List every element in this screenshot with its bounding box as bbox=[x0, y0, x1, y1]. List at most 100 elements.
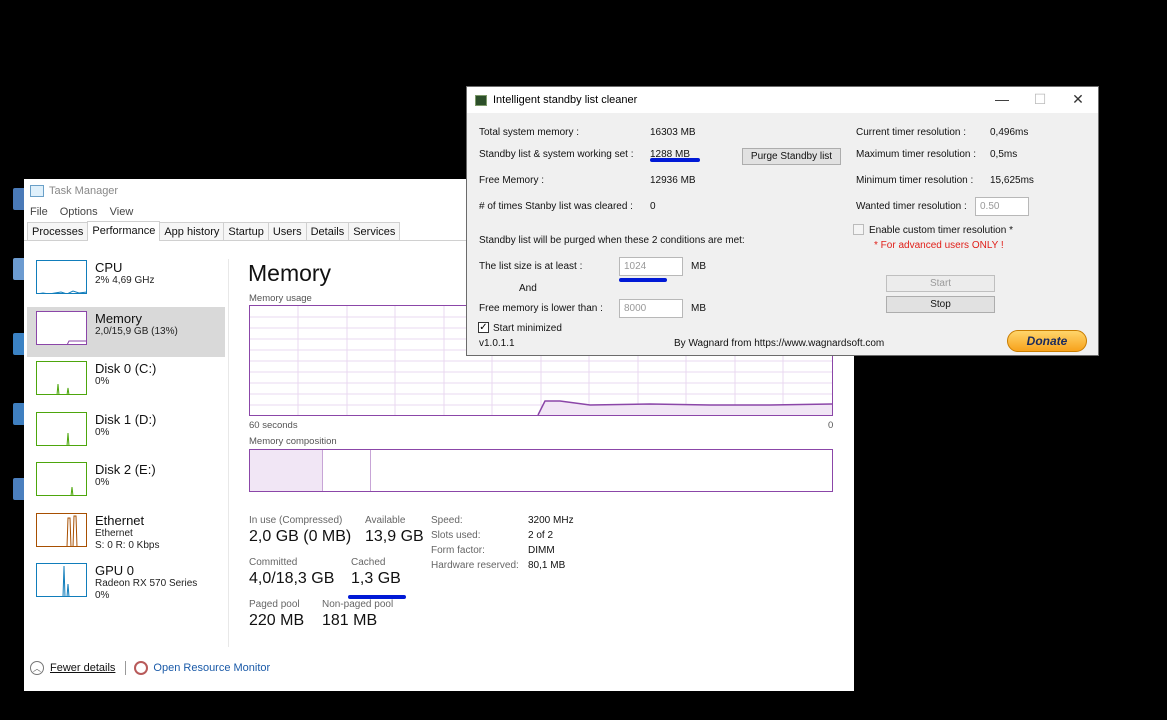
thumbnail-sparkline bbox=[56, 383, 70, 394]
start-button[interactable]: Start bbox=[886, 275, 995, 292]
footer-separator bbox=[125, 661, 127, 675]
purge-standby-button[interactable]: Purge Standby list bbox=[742, 148, 841, 165]
memory-composition-bar bbox=[249, 449, 833, 492]
tab-users[interactable]: Users bbox=[267, 222, 307, 240]
graph-axis-left: 60 seconds bbox=[249, 420, 298, 431]
cached-value: 1,3 GB bbox=[351, 570, 401, 587]
free-lower-label: Free memory is lower than : bbox=[479, 303, 603, 314]
desktop-icon[interactable]: Netw bbox=[0, 403, 26, 425]
sidebar-item-disk-1-d[interactable]: Disk 1 (D:) 0% bbox=[27, 408, 225, 458]
wanted-timer-input[interactable]: 0.50 bbox=[975, 197, 1029, 216]
close-icon[interactable]: ✕ bbox=[1061, 91, 1095, 108]
islc-titlebar[interactable]: Intelligent standby list cleaner — ☐ ✕ bbox=[467, 87, 1098, 113]
sidebar-item-disk-2-e[interactable]: Disk 2 (E:) 0% bbox=[27, 458, 225, 508]
standby-label: Standby list & system working set : bbox=[479, 149, 634, 160]
sidebar-item-text: Disk 0 (C:) 0% bbox=[95, 361, 156, 388]
spec-reserved-label: Hardware reserved: bbox=[431, 560, 519, 571]
sidebar-divider bbox=[228, 259, 229, 647]
memory-composition-label: Memory composition bbox=[249, 436, 337, 447]
sidebar-item-name: Memory bbox=[95, 310, 142, 326]
custom-timer-label: Enable custom timer resolution * bbox=[869, 225, 1013, 236]
free-lower-input[interactable]: 8000 bbox=[619, 299, 683, 318]
sidebar-thumbnail-graph bbox=[36, 563, 87, 597]
max-timer-label: Maximum timer resolution : bbox=[856, 149, 977, 160]
tab-app-history[interactable]: App history bbox=[159, 222, 225, 240]
sidebar-thumbnail-graph bbox=[36, 512, 87, 547]
maximize-icon[interactable]: ☐ bbox=[1023, 91, 1057, 108]
desktop-icon[interactable]: This bbox=[0, 258, 26, 280]
committed-value: 4,0/18,3 GB bbox=[249, 570, 335, 587]
sidebar-item-name: Ethernet bbox=[95, 512, 145, 528]
desktop-icon[interactable]: Contro bbox=[0, 333, 26, 355]
spec-slots-label: Slots used: bbox=[431, 530, 481, 541]
stop-button[interactable]: Stop bbox=[886, 296, 995, 313]
cleared-count-value: 0 bbox=[650, 201, 656, 212]
min-timer-value: 15,625ms bbox=[990, 175, 1034, 186]
in-use-value: 2,0 GB (0 MB) bbox=[249, 528, 352, 545]
donate-button[interactable]: Donate bbox=[1007, 330, 1087, 352]
current-timer-value: 0,496ms bbox=[990, 127, 1029, 138]
memory-usage-label: Memory usage bbox=[249, 293, 312, 304]
sidebar-item-text: Disk 2 (E:) 0% bbox=[95, 462, 156, 489]
chevron-up-icon[interactable]: ︿ bbox=[30, 661, 44, 675]
nonpaged-pool-label: Non-paged pool bbox=[322, 599, 394, 610]
islc-app-icon bbox=[475, 94, 487, 106]
desktop-icon[interactable]: Te bbox=[0, 478, 26, 500]
thumbnail-sparkline bbox=[66, 432, 70, 445]
spec-form-value: DIMM bbox=[528, 545, 555, 556]
sidebar-item-sub1: 0% bbox=[95, 477, 110, 488]
sidebar-item-sub1: 0% bbox=[95, 376, 110, 387]
sidebar-thumbnail-graph bbox=[36, 411, 87, 446]
tab-startup[interactable]: Startup bbox=[223, 222, 269, 240]
menu-file[interactable]: File bbox=[30, 206, 48, 218]
in-use-label: In use (Compressed) bbox=[249, 515, 343, 526]
sidebar-item-name: Disk 1 (D:) bbox=[95, 411, 157, 427]
free-lower-unit: MB bbox=[691, 303, 706, 314]
start-minimized-checkbox[interactable]: ✓ bbox=[478, 322, 489, 333]
menu-options[interactable]: Options bbox=[60, 206, 98, 218]
min-timer-label: Minimum timer resolution : bbox=[856, 175, 974, 186]
sidebar-item-cpu[interactable]: CPU 2% 4,69 GHz bbox=[27, 256, 225, 306]
list-size-input[interactable]: 1024 bbox=[619, 257, 683, 276]
sidebar-thumbnail-graph bbox=[36, 310, 87, 345]
wanted-timer-label: Wanted timer resolution : bbox=[856, 201, 967, 212]
custom-timer-checkbox[interactable] bbox=[853, 224, 864, 235]
menu-view[interactable]: View bbox=[110, 206, 134, 218]
sidebar-item-gpu-0[interactable]: GPU 0 Radeon RX 570 Series 0% bbox=[27, 559, 225, 609]
tab-performance[interactable]: Performance bbox=[87, 221, 161, 241]
tab-services[interactable]: Services bbox=[348, 222, 401, 240]
performance-sidebar: CPU 2% 4,69 GHz Memory 2,0/15,9 GB (13%) Dis… bbox=[27, 256, 225, 610]
spec-speed-label: Speed: bbox=[431, 515, 463, 526]
fewer-details-link[interactable]: Fewer details bbox=[50, 662, 115, 674]
version-label: v1.0.1.1 bbox=[479, 338, 515, 349]
max-timer-value: 0,5ms bbox=[990, 149, 1018, 160]
spec-form-label: Form factor: bbox=[431, 545, 485, 556]
thumbnail-sparkline bbox=[62, 565, 70, 596]
sidebar-item-sub1: Ethernet bbox=[95, 527, 133, 539]
tab-processes[interactable]: Processes bbox=[27, 222, 89, 240]
and-label: And bbox=[519, 283, 537, 294]
available-value: 13,9 GB bbox=[365, 528, 424, 545]
paged-pool-value: 220 MB bbox=[249, 612, 305, 629]
sidebar-item-disk-0-c[interactable]: Disk 0 (C:) 0% bbox=[27, 357, 225, 407]
tab-details[interactable]: Details bbox=[305, 222, 350, 240]
minimize-icon[interactable]: — bbox=[985, 91, 1019, 107]
sidebar-item-ethernet[interactable]: Ethernet Ethernet S: 0 R: 0 Kbps bbox=[27, 509, 225, 559]
islc-window: Intelligent standby list cleaner — ☐ ✕ T… bbox=[466, 86, 1099, 356]
thumbnail-sparkline bbox=[66, 515, 78, 546]
total-memory-value: 16303 MB bbox=[650, 127, 696, 138]
cleared-count-label: # of times Stanby list was cleared : bbox=[479, 201, 633, 212]
sidebar-item-memory[interactable]: Memory 2,0/15,9 GB (13%) bbox=[27, 306, 225, 357]
conditions-label: Standby list will be purged when these 2… bbox=[479, 235, 745, 246]
sidebar-item-sub2: S: 0 R: 0 Kbps bbox=[95, 539, 160, 551]
sidebar-item-text: Disk 1 (D:) 0% bbox=[95, 412, 156, 439]
task-manager-footer: ︿ Fewer details Open Resource Monitor bbox=[30, 661, 270, 675]
open-resource-monitor-link[interactable]: Open Resource Monitor bbox=[153, 662, 270, 674]
sidebar-item-sub1: 0% bbox=[95, 426, 110, 438]
sidebar-item-name: GPU 0 bbox=[95, 563, 135, 578]
resource-monitor-icon bbox=[134, 661, 149, 675]
sidebar-item-name: Disk 2 (E:) bbox=[95, 462, 156, 477]
current-timer-label: Current timer resolution : bbox=[856, 127, 967, 138]
desktop-icon[interactable]: Recyc bbox=[0, 188, 26, 210]
thumbnail-sparkline bbox=[66, 340, 86, 344]
